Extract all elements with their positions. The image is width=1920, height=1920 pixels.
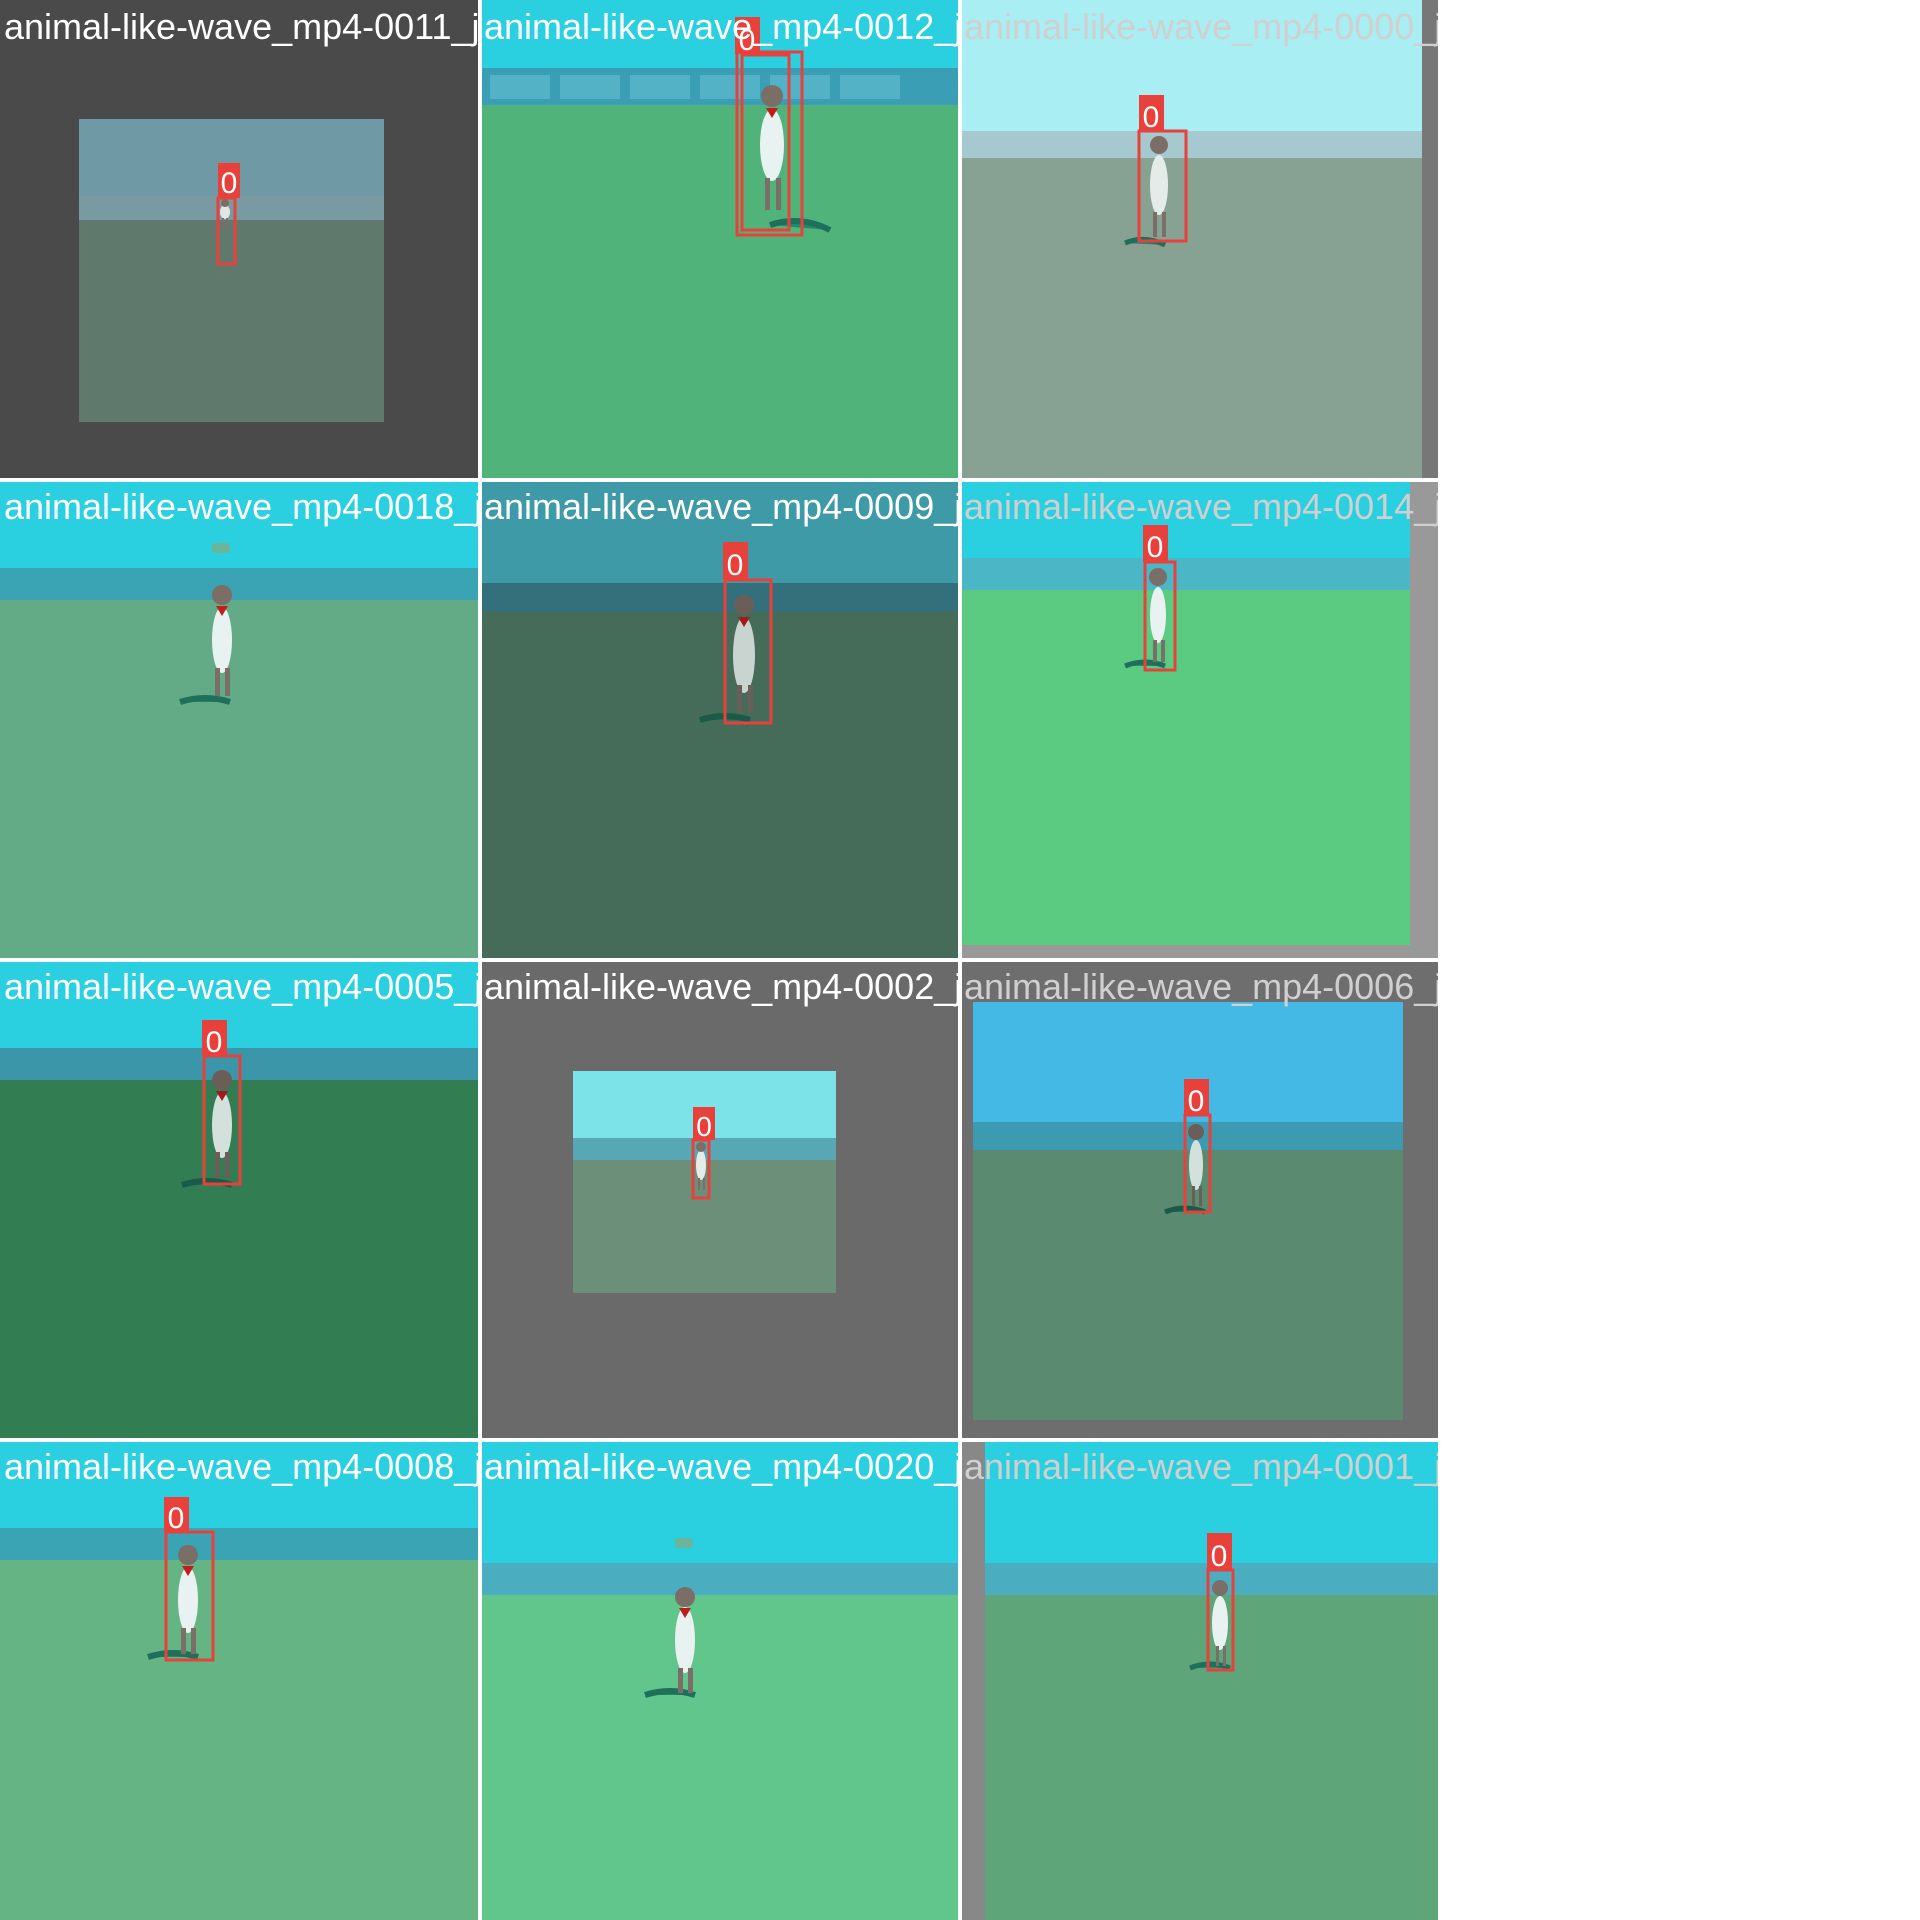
tile-0005: 0 animal-like-wave_mp4-0005_jpg.rf.742a2… — [0, 960, 480, 1440]
tile-0014: 0 animal-like-wave_mp4-0014_jpg.rf.1d470… — [960, 480, 1440, 960]
tile-image — [0, 480, 480, 960]
tile-0020: animal-like-wave_mp4-0020_jpg.rf.f4840 — [480, 1440, 960, 1920]
tile-image: 0 — [0, 0, 480, 480]
box-label: 0 — [696, 1111, 712, 1142]
tile-image: 0 — [960, 1440, 1440, 1920]
box-label: 0 — [1211, 1540, 1228, 1573]
box-label: 0 — [1147, 531, 1164, 564]
grid-divider — [0, 478, 1440, 482]
tile-image: 0 — [0, 1440, 480, 1920]
tile-0011: 0 animal-like-wave_mp4-0011_jpg.rf.d9082… — [0, 0, 480, 480]
tile-0008: 0 animal-like-wave_mp4-0008_jpg.rf.3b0cb… — [0, 1440, 480, 1920]
tile-0009: 0 animal-like-wave_mp4-0009_jpg.rf.bb2cf… — [480, 480, 960, 960]
box-label: 0 — [1188, 1085, 1205, 1118]
tile-0001: 0 animal-like-wave_mp4-0001_jpg.rf.ea7ec… — [960, 1440, 1440, 1920]
tile-image: 0 — [480, 960, 960, 1440]
box-label: 0 — [739, 24, 756, 57]
tile-image: 0 — [0, 960, 480, 1440]
tile-image — [480, 1440, 960, 1920]
box-label: 0 — [727, 549, 744, 582]
box-label: 0 — [206, 1026, 223, 1059]
tile-0018: animal-like-wave_mp4-0018_jpg.rf.67e3985 — [0, 480, 480, 960]
tile-0012: 0 animal-like-wave_mp4-0012_jpg.rf.a1a0a… — [480, 0, 960, 480]
tile-0002: 0 animal-like-wave_mp4-0002_jpg.rf.dfcf5… — [480, 960, 960, 1440]
tile-0006: 0 animal-like-wave_mp4-0006_jpg.rf.42e3b… — [960, 960, 1440, 1440]
box-label: 0 — [221, 167, 238, 200]
grid-divider — [0, 1438, 1440, 1442]
tile-image: 0 — [480, 480, 960, 960]
tile-image: 0 — [480, 0, 960, 480]
tile-image: 0 — [960, 480, 1440, 960]
tile-image: 0 — [960, 960, 1440, 1440]
box-label: 0 — [168, 1502, 185, 1535]
box-label: 0 — [1143, 101, 1160, 134]
tile-0000: 0 animal-like-wave_mp4-0000_jpg.rf.5c153… — [960, 0, 1440, 480]
grid-divider — [0, 958, 1440, 962]
image-mosaic: 0 animal-like-wave_mp4-0011_jpg.rf.d9082… — [0, 0, 1920, 1920]
tile-image: 0 — [960, 0, 1440, 480]
